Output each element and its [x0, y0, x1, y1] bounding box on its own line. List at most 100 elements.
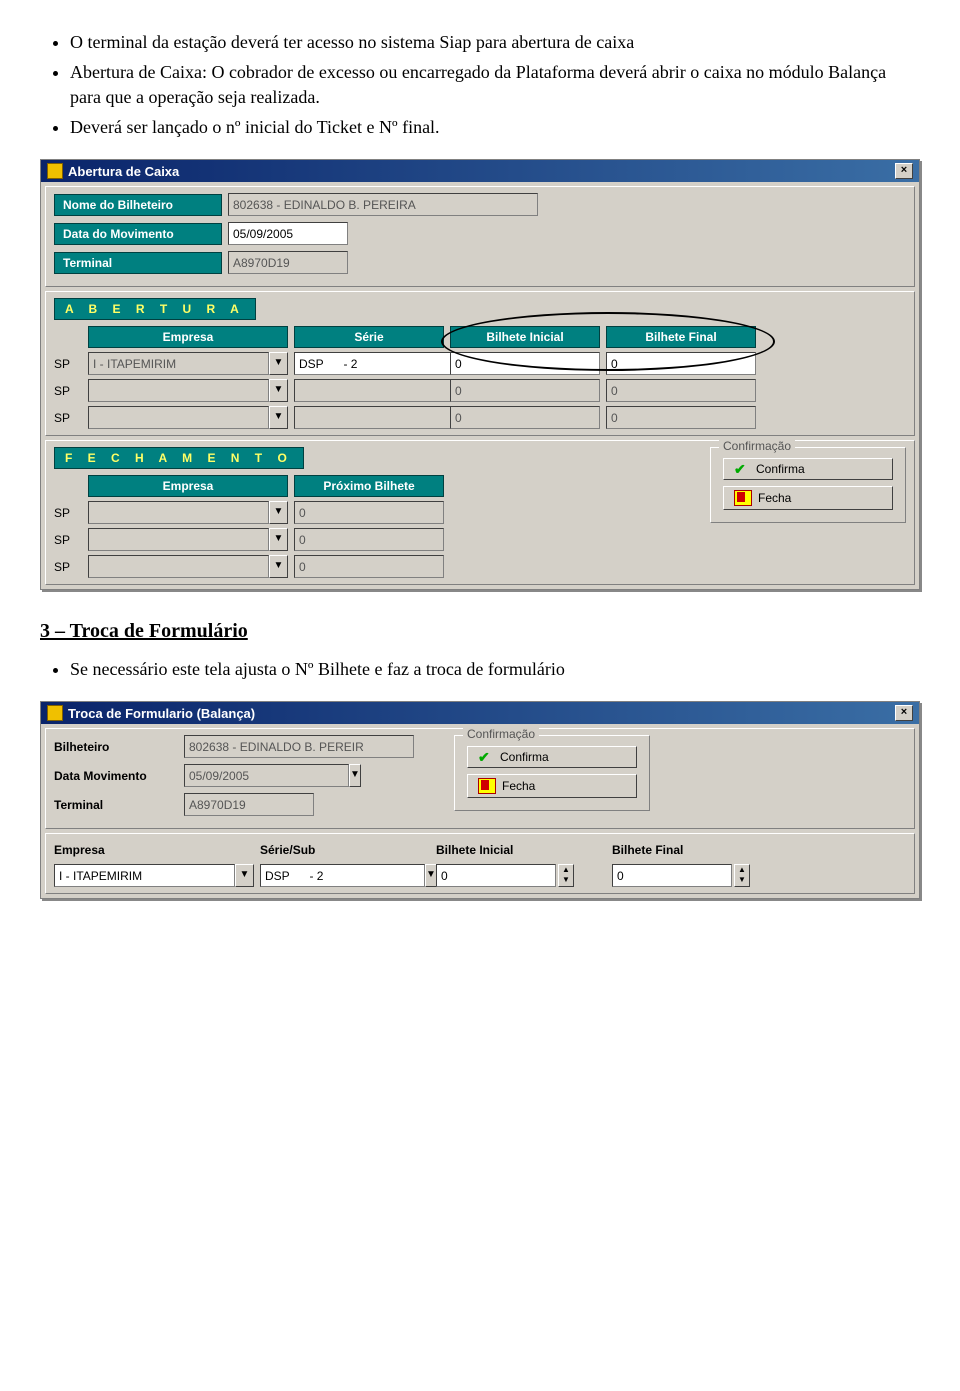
empresa-field[interactable]	[88, 352, 269, 375]
titlebar: Troca de Formulario (Balança) ×	[41, 702, 919, 724]
empresa-combo[interactable]: ▼	[88, 501, 288, 524]
bilhete-inicial-field[interactable]	[450, 352, 600, 375]
chevron-down-icon[interactable]: ▼	[269, 501, 288, 524]
fecha-button[interactable]: Fecha	[467, 774, 637, 798]
empresa-combo[interactable]: ▼	[88, 555, 288, 578]
serie-combo[interactable]: ▼	[294, 352, 444, 375]
col-empresa: Empresa	[88, 475, 288, 497]
bilheteiro-field	[184, 735, 414, 758]
serie-field[interactable]	[294, 352, 459, 375]
section-title-abertura: A B E R T U R A	[54, 298, 256, 320]
empresa-combo[interactable]: ▼	[54, 864, 254, 887]
empresa-field[interactable]	[88, 379, 269, 402]
empresa-field[interactable]	[88, 501, 269, 524]
titlebar: Abertura de Caixa ×	[41, 160, 919, 182]
empresa-field[interactable]	[88, 406, 269, 429]
empresa-combo[interactable]: ▼	[88, 528, 288, 551]
groupbox-legend: Confirmação	[719, 439, 795, 453]
empresa-field[interactable]	[54, 864, 235, 887]
col-serie: Série	[294, 326, 444, 348]
section-title-fechamento: F E C H A M E N T O	[54, 447, 304, 469]
panel-fechamento: F E C H A M E N T O Empresa Próximo Bilh…	[45, 440, 915, 585]
bilhete-inicial-field[interactable]	[450, 379, 600, 402]
data-movimento-field[interactable]	[228, 222, 348, 245]
label-bilheteiro: Bilheteiro	[54, 737, 184, 757]
close-icon[interactable]: ×	[895, 163, 913, 179]
window-title: Troca de Formulario (Balança)	[68, 706, 255, 721]
chevron-down-icon[interactable]: ▼	[269, 352, 288, 375]
serie-field[interactable]	[294, 379, 459, 402]
spinner-icon[interactable]: ▲▼	[558, 864, 574, 887]
panel-info: Nome do Bilheteiro Data do Movimento Ter…	[45, 186, 915, 287]
window-troca-formulario: Troca de Formulario (Balança) × Bilhetei…	[40, 701, 920, 899]
spinner-icon[interactable]: ▲▼	[734, 864, 750, 887]
label-terminal: Terminal	[54, 795, 184, 815]
bilhete-inicial-field[interactable]	[436, 864, 556, 887]
label-data-movimento: Data do Movimento	[54, 223, 222, 245]
row-prefix: SP	[54, 533, 82, 547]
confirma-button[interactable]: ✔ Confirma	[467, 746, 637, 768]
groupbox-legend: Confirmação	[463, 727, 539, 741]
close-door-icon	[478, 778, 496, 794]
window-abertura-caixa: Abertura de Caixa × Nome do Bilheteiro D…	[40, 159, 920, 590]
chevron-down-icon[interactable]: ▼	[349, 764, 361, 787]
data-movimento-combo[interactable]: ▼	[184, 764, 304, 787]
section-heading-troca: 3 – Troca de Formulário	[40, 620, 920, 643]
row-prefix: SP	[54, 384, 82, 398]
proximo-bilhete-field[interactable]	[294, 555, 444, 578]
button-label: Fecha	[502, 779, 535, 793]
serie-combo[interactable]: ▼	[294, 379, 444, 402]
empresa-combo[interactable]: ▼	[88, 379, 288, 402]
chevron-down-icon[interactable]: ▼	[269, 379, 288, 402]
bilhete-final-field[interactable]	[606, 379, 756, 402]
chevron-down-icon[interactable]: ▼	[269, 528, 288, 551]
serie-combo[interactable]: ▼	[294, 406, 444, 429]
row-prefix: SP	[54, 506, 82, 520]
bilhete-inicial-field[interactable]	[450, 406, 600, 429]
fecha-button[interactable]: Fecha	[723, 486, 893, 510]
label-data-movimento: Data Movimento	[54, 766, 184, 786]
doc-bullet: Deverá ser lançado o nº inicial do Ticke…	[70, 115, 920, 139]
bilhete-final-field[interactable]	[606, 406, 756, 429]
window-title: Abertura de Caixa	[68, 164, 179, 179]
bilhete-final-field[interactable]	[606, 352, 756, 375]
close-icon[interactable]: ×	[895, 705, 913, 721]
nome-bilheteiro-field	[228, 193, 538, 216]
panel-info: Bilheteiro Data Movimento ▼ Terminal Con…	[45, 728, 915, 829]
empresa-field[interactable]	[88, 528, 269, 551]
check-icon: ✔	[734, 462, 750, 476]
col-proximo-bilhete: Próximo Bilhete	[294, 475, 444, 497]
confirma-button[interactable]: ✔ Confirma	[723, 458, 893, 480]
serie-field[interactable]	[260, 864, 425, 887]
serie-combo[interactable]: ▼	[260, 864, 430, 887]
panel-row-header: Empresa Série/Sub Bilhete Inicial Bilhet…	[45, 833, 915, 894]
app-icon	[47, 705, 63, 721]
row-prefix: SP	[54, 411, 82, 425]
serie-field[interactable]	[294, 406, 459, 429]
doc-bullet-list: Se necessário este tela ajusta o Nº Bilh…	[70, 657, 920, 681]
empresa-field[interactable]	[88, 555, 269, 578]
data-movimento-field[interactable]	[184, 764, 349, 787]
chevron-down-icon[interactable]: ▼	[269, 555, 288, 578]
groupbox-confirmacao: Confirmação ✔ Confirma Fecha	[454, 735, 650, 811]
label-terminal: Terminal	[54, 252, 222, 274]
groupbox-confirmacao: Confirmação ✔ Confirma Fecha	[710, 447, 906, 523]
col-bilhete-inicial: Bilhete Inicial	[436, 840, 606, 860]
bilhete-final-field[interactable]	[612, 864, 732, 887]
doc-bullet: Se necessário este tela ajusta o Nº Bilh…	[70, 657, 920, 681]
chevron-down-icon[interactable]: ▼	[269, 406, 288, 429]
close-door-icon	[734, 490, 752, 506]
col-bilhete-inicial: Bilhete Inicial	[450, 326, 600, 348]
app-icon	[47, 163, 63, 179]
col-bilhete-final: Bilhete Final	[606, 326, 756, 348]
proximo-bilhete-field[interactable]	[294, 501, 444, 524]
empresa-combo[interactable]: ▼	[88, 406, 288, 429]
empresa-combo[interactable]: ▼	[88, 352, 288, 375]
row-prefix: SP	[54, 357, 82, 371]
chevron-down-icon[interactable]: ▼	[235, 864, 254, 887]
col-empresa: Empresa	[88, 326, 288, 348]
row-prefix: SP	[54, 560, 82, 574]
terminal-field	[228, 251, 348, 274]
button-label: Confirma	[500, 750, 549, 764]
proximo-bilhete-field[interactable]	[294, 528, 444, 551]
